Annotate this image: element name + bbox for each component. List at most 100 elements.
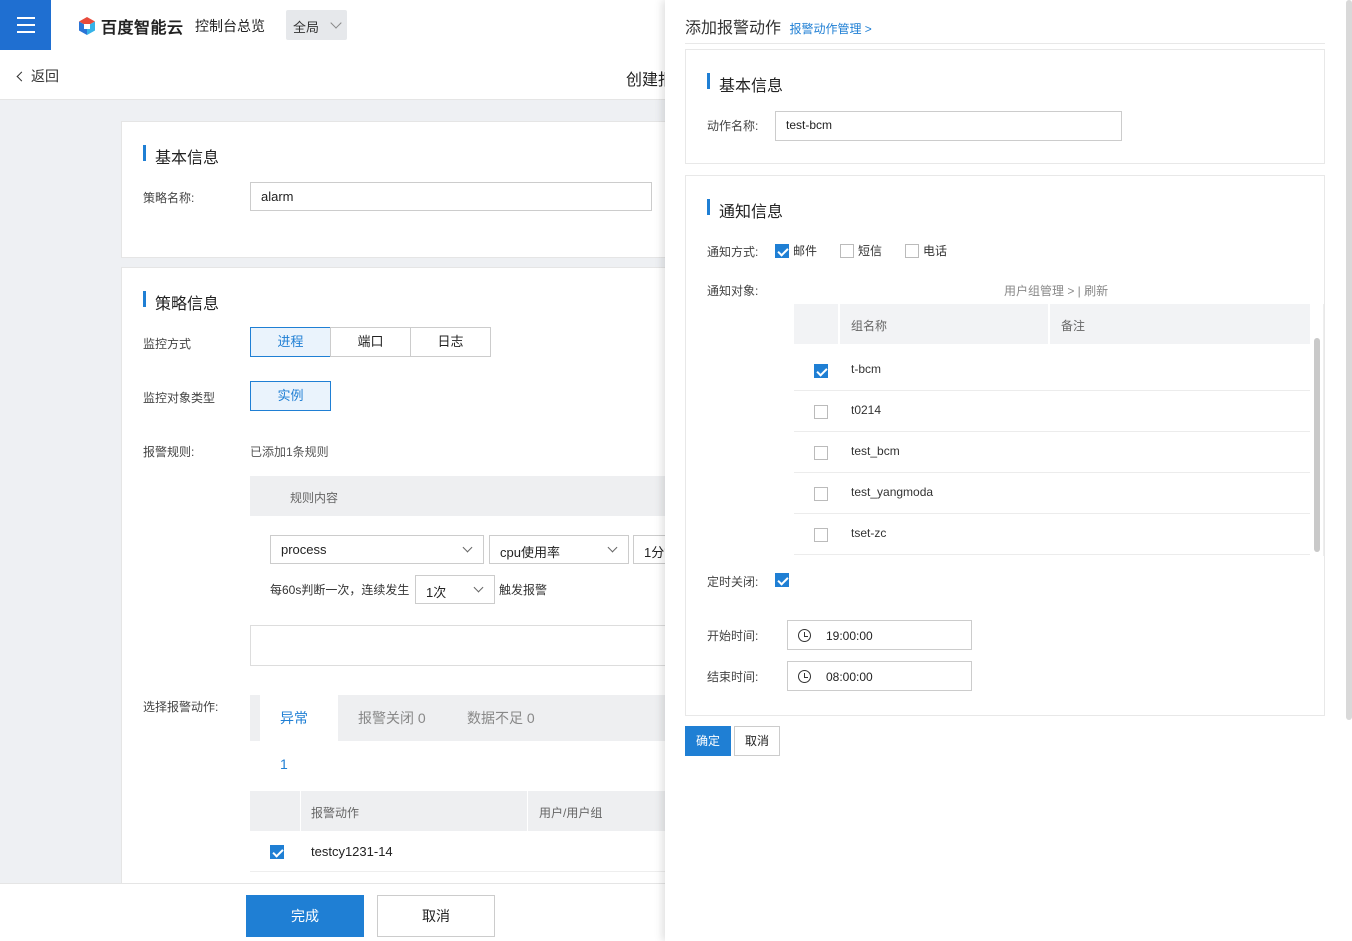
tab-alarm-closed[interactable]: 报警关闭 0 (338, 695, 446, 741)
clock-icon (798, 629, 811, 642)
region-select[interactable]: 全局 (286, 10, 347, 40)
cancel-button[interactable]: 取消 (377, 895, 495, 937)
notify-email-label: 邮件 (793, 244, 818, 258)
tab-alarm-closed-label: 报警关闭 (358, 710, 414, 726)
tab-insufficient-data-label: 数据不足 (467, 710, 523, 726)
notify-phone-label: 电话 (923, 244, 948, 258)
group-row-checkbox[interactable] (814, 446, 828, 460)
policy-name-input[interactable]: alarm (250, 182, 652, 211)
action-row-checkbox[interactable] (270, 845, 284, 859)
console-overview-link[interactable]: 控制台总览 (195, 16, 265, 36)
finish-button[interactable]: 完成 (246, 895, 364, 937)
action-name-input[interactable]: test-bcm (775, 111, 1122, 141)
rule-times-select[interactable]: 1次 (415, 575, 495, 604)
tab-exception[interactable]: 异常 1 (260, 695, 338, 772)
clock-icon (798, 670, 811, 683)
add-rule-area[interactable] (250, 625, 682, 666)
group-name-column-header: 组名称 (851, 319, 888, 333)
group-row-checkbox[interactable] (814, 528, 828, 542)
action-status-tabs: 异常 1 报警关闭 0 数据不足 0 (250, 695, 682, 772)
group-row-name: tset-zc (851, 526, 887, 540)
header-column-divider (300, 791, 301, 831)
rule-metric-select[interactable]: cpu使用率 (489, 535, 629, 564)
start-time-input[interactable]: 19:00:00 (787, 620, 972, 650)
region-select-value: 全局 (293, 20, 320, 35)
brand-name: 百度智能云 (101, 20, 184, 37)
notify-email-checkbox[interactable] (775, 243, 789, 258)
user-group-management-link[interactable]: 用户组管理 > | 刷新 (1004, 282, 1108, 299)
notify-info-title: 通知信息 (707, 198, 783, 222)
rule-type-select[interactable]: process (270, 535, 484, 564)
start-time-label: 开始时间: (707, 629, 759, 643)
group-row-name: test_yangmoda (851, 485, 934, 499)
chevron-down-icon (462, 542, 473, 553)
back-button[interactable]: 返回 (16, 66, 59, 86)
drawer-divider (685, 43, 1325, 44)
form-footer: 完成 取消 (0, 883, 665, 941)
notify-sms-option[interactable]: 短信 (840, 242, 882, 259)
rule-times-value: 1次 (426, 585, 447, 600)
rule-content-header-label: 规则内容 (290, 491, 339, 505)
group-row-name: test_bcm (851, 444, 900, 458)
notify-phone-option[interactable]: 电话 (905, 242, 947, 259)
rule-type-value: process (281, 542, 327, 557)
baidu-cloud-logo-icon (79, 17, 95, 35)
notify-phone-checkbox[interactable] (905, 243, 919, 258)
user-group-column-header: 用户/用户组 (539, 806, 603, 820)
table-row[interactable]: t0214 (794, 391, 1310, 432)
timed-close-label: 定时关闭: (707, 575, 759, 589)
drawer-basic-info-card: 基本信息 动作名称: test-bcm (685, 49, 1325, 164)
target-type-instance-tab[interactable]: 实例 (250, 381, 331, 411)
action-name-label: 动作名称: (707, 119, 759, 133)
action-name-column-header: 报警动作 (311, 806, 360, 820)
notify-info-card: 通知信息 通知方式: 邮件 短信 电话 通知对象: 用户组管理 > | 刷新 组… (685, 175, 1325, 716)
brand-logo[interactable]: 百度智能云 (77, 14, 184, 38)
table-row[interactable]: test_yangmoda (794, 473, 1310, 514)
select-action-label: 选择报警动作: (143, 700, 219, 714)
chevron-down-icon (330, 17, 342, 29)
group-row-checkbox[interactable] (814, 405, 828, 419)
group-row-checkbox[interactable] (814, 487, 828, 501)
notify-sms-label: 短信 (858, 244, 883, 258)
notify-sms-checkbox[interactable] (840, 243, 854, 258)
table-row[interactable]: t-bcm (794, 350, 1310, 391)
action-row-name: testcy1231-14 (311, 844, 393, 859)
notify-target-label: 通知对象: (707, 284, 759, 298)
hamburger-menu-icon[interactable] (0, 0, 51, 50)
drawer-basic-info-title: 基本信息 (707, 72, 783, 96)
group-row-checkbox[interactable] (814, 364, 828, 378)
end-time-input[interactable]: 08:00:00 (787, 661, 972, 691)
scrollbar-thumb[interactable] (1314, 338, 1320, 552)
target-type-label: 监控对象类型 (143, 391, 216, 405)
alarm-rules-label: 报警规则: (143, 445, 195, 459)
monitor-method-log-tab[interactable]: 日志 (410, 327, 491, 357)
basic-info-title: 基本信息 (143, 144, 219, 168)
add-alarm-action-drawer: 添加报警动作 报警动作管理 > 基本信息 动作名称: test-bcm 通知信息… (665, 0, 1352, 941)
drawer-cancel-button[interactable]: 取消 (734, 726, 780, 756)
monitor-method-label: 监控方式 (143, 337, 192, 351)
notify-method-label: 通知方式: (707, 245, 759, 259)
group-table-scrollbar[interactable] (1312, 334, 1322, 552)
rule-metric-value: cpu使用率 (500, 545, 560, 560)
monitor-method-port-tab[interactable]: 端口 (330, 327, 411, 357)
table-row[interactable]: tset-zc (794, 514, 1310, 555)
back-label: 返回 (31, 68, 59, 84)
table-row[interactable]: testcy1231-14 (250, 831, 682, 872)
chevron-down-icon (607, 542, 618, 553)
notify-email-option[interactable]: 邮件 (775, 242, 817, 259)
timed-close-checkbox[interactable] (775, 573, 789, 587)
end-time-label: 结束时间: (707, 670, 759, 684)
basic-info-card: 基本信息 策略名称: alarm (121, 121, 681, 258)
tab-insufficient-data[interactable]: 数据不足 0 (447, 695, 555, 741)
monitor-method-process-tab[interactable]: 进程 (250, 327, 331, 357)
header-column-divider (838, 304, 840, 344)
start-time-value: 19:00:00 (826, 629, 873, 643)
table-row[interactable]: test_bcm (794, 432, 1310, 473)
group-row-name: t0214 (851, 403, 882, 417)
user-group-table-header: 组名称 备注 (794, 304, 1310, 344)
action-management-link[interactable]: 报警动作管理 > (789, 22, 871, 36)
confirm-button[interactable]: 确定 (685, 726, 731, 756)
drawer-scrollbar[interactable] (1346, 0, 1352, 720)
policy-info-card: 策略信息 监控方式 进程 端口 日志 监控对象类型 实例 报警规则: 已添加1条… (121, 267, 713, 887)
drawer-title-text: 添加报警动作 (685, 20, 782, 37)
